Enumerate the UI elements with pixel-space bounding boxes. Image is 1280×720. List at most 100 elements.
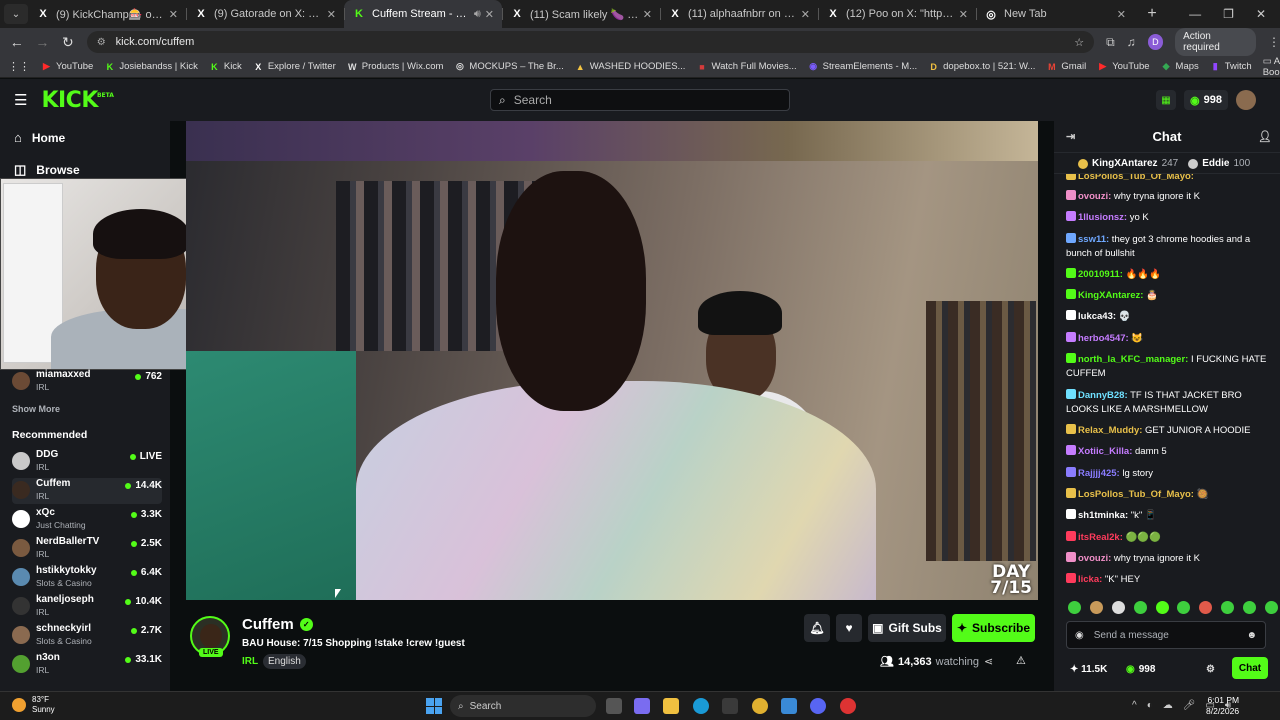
bookmark-item[interactable]: ▲ WASHED HOODIES... [575, 61, 686, 72]
recommended-channel[interactable]: xQc Just Chatting 3.3K [12, 507, 162, 533]
chat-username[interactable]: ovouzi: [1078, 191, 1111, 202]
chat-username[interactable]: 20010911: [1078, 269, 1123, 280]
report-icon[interactable]: ⚠ [1016, 654, 1026, 667]
chat-username[interactable]: ovouzi: [1078, 553, 1111, 564]
copilot-icon[interactable] [634, 698, 650, 714]
bookmark-item[interactable]: K Kick [209, 61, 242, 72]
emote-icon[interactable] [1199, 601, 1213, 614]
recommended-channel[interactable]: DDG IRL LIVE [12, 449, 162, 475]
browser-tab[interactable]: X (9) KickChamp🎰 on X: "Cuffem ✕ [28, 0, 186, 28]
chat-username[interactable]: lukca43: [1078, 311, 1116, 322]
gift-subs-button[interactable]: ▣ Gift Subs [868, 614, 946, 642]
chat-points[interactable]: ✦ 11.5K [1070, 664, 1107, 675]
back-icon[interactable]: ← [4, 34, 30, 50]
chat-username[interactable]: sh1tminka: [1078, 510, 1128, 521]
browser-tab[interactable]: X (9) Gatorade on X: "Gg cuffem ✕ [186, 0, 344, 28]
apps-icon[interactable]: ⋮⋮ [8, 60, 30, 73]
chat-username[interactable]: Xotiic_Killa: [1078, 446, 1132, 457]
recommended-channel[interactable]: Cuffem IRL 14.4K [12, 478, 162, 504]
tab-search-button[interactable]: ⌄ [4, 4, 28, 24]
chat-username[interactable]: DannyB28: [1078, 390, 1128, 401]
taskbar-search[interactable]: ⌕ Search [450, 695, 596, 717]
all-bookmarks-button[interactable]: ▭ All Bookmarks [1263, 56, 1280, 78]
store-icon[interactable] [722, 698, 738, 714]
subscribe-button[interactable]: ✦ Subscribe [952, 614, 1035, 642]
emote-icon[interactable] [1089, 601, 1103, 614]
bookmark-item[interactable]: ■ Watch Full Movies... [696, 61, 796, 72]
show-more-button[interactable]: Show More [12, 404, 60, 414]
chat-username[interactable]: LosPollos_Tub_Of_Mayo: [1078, 489, 1194, 500]
bookmark-item[interactable]: ◉ StreamElements - M... [808, 61, 917, 72]
nav-browse[interactable]: ◫ Browse [14, 162, 80, 178]
emote-icon[interactable] [1068, 601, 1081, 614]
tab-close-icon[interactable]: ✕ [169, 8, 178, 21]
chat-username[interactable]: itsReal2k: [1078, 532, 1123, 543]
gifter-name[interactable]: KingXAntarez [1092, 158, 1158, 169]
chat-username[interactable]: Rajjjj425: [1078, 468, 1120, 479]
bookmark-item[interactable]: ▮ Twitch [1210, 61, 1252, 72]
edge-icon[interactable] [693, 698, 709, 714]
chat-username[interactable]: north_la_KFC_manager: [1078, 354, 1188, 365]
chat-input[interactable]: ◉ Send a message ☻ [1066, 621, 1266, 649]
browser-tab[interactable]: ◎ New Tab ✕ [976, 0, 1134, 28]
chat-kicks[interactable]: ◉ 998 [1126, 664, 1155, 675]
follow-button[interactable]: ♥ [836, 614, 862, 642]
chat-username[interactable]: 1llusionsz: [1078, 212, 1127, 223]
recommended-channel[interactable]: hstikkytokky Slots & Casino 6.4K [12, 565, 162, 591]
tray-app-icon[interactable]: ☁ [1163, 700, 1173, 711]
channel-name-large[interactable]: Cuffem [242, 616, 294, 633]
notifications-button[interactable]: 🔔︎ [804, 614, 830, 642]
emote-icon[interactable] [1221, 601, 1235, 614]
browser-tab[interactable]: X (12) Poo on X: "https://t.co/H5 ✕ [818, 0, 976, 28]
emote-icon[interactable] [1133, 601, 1147, 614]
user-avatar[interactable] [1235, 90, 1256, 110]
stream-category-link[interactable]: IRL [242, 656, 258, 667]
close-window-icon[interactable]: ✕ [1256, 7, 1266, 21]
chat-users-icon[interactable]: 👤︎ [1258, 130, 1272, 143]
browser-menu-icon[interactable]: ⋮ [1268, 35, 1280, 49]
chrome-icon[interactable] [752, 698, 768, 714]
windows-start-icon[interactable] [426, 698, 442, 714]
language-tag[interactable]: English [263, 654, 306, 669]
gifter-name[interactable]: Eddie [1202, 158, 1229, 169]
profile-avatar[interactable]: D [1147, 34, 1164, 50]
tab-close-icon[interactable]: ✕ [801, 8, 810, 21]
media-icon[interactable]: ♫ [1127, 35, 1136, 49]
rewards-icon[interactable]: ▦ [1156, 90, 1176, 110]
video-player[interactable]: DAY 7/15 [186, 121, 1038, 600]
bookmark-item[interactable]: Ddopebox.to | 521: W... [928, 61, 1035, 72]
app-icon[interactable] [840, 698, 856, 714]
forward-icon[interactable]: → [30, 34, 56, 50]
file-explorer-icon[interactable] [663, 698, 679, 714]
taskbar-clock[interactable]: 6:01 PM 8/2/2026 [1206, 695, 1239, 717]
reload-icon[interactable]: ↻ [55, 34, 81, 51]
emote-icon[interactable] [1111, 601, 1125, 614]
send-chat-button[interactable]: Chat [1232, 657, 1268, 679]
chat-username[interactable]: herbo4547: [1078, 333, 1129, 344]
kick-search-input[interactable]: ⌕ Search [490, 89, 790, 111]
chat-username[interactable]: Relax_Muddy: [1078, 425, 1142, 436]
url-bar[interactable]: ⚙ kick.com/cuffem ☆ [86, 31, 1095, 53]
bookmark-item[interactable]: ▶ YouTube [41, 61, 93, 72]
chat-settings-gear-icon[interactable]: ⚙ [1206, 664, 1215, 675]
kicks-balance-button[interactable]: ◉ 998 [1184, 90, 1228, 110]
restore-icon[interactable]: ❐ [1223, 7, 1234, 21]
bookmark-item[interactable]: K Josiebandss | Kick [104, 61, 198, 72]
app-icon[interactable] [781, 698, 797, 714]
emote-icon[interactable] [1264, 601, 1278, 614]
bookmark-item[interactable]: ▶ YouTube [1097, 61, 1149, 72]
bookmark-star-icon[interactable]: ☆ [1074, 36, 1084, 49]
recommended-channel[interactable]: schneckyirl Slots & Casino 2.7K [12, 623, 162, 649]
browser-tab[interactable]: X (11) alphaafnbrr on X: "no way ✕ [660, 0, 818, 28]
browser-tab[interactable]: K Cuffem Stream - Watch Live 🔊︎ ✕ [344, 0, 502, 28]
chat-username[interactable]: ssw11: [1078, 234, 1109, 245]
tab-audio-icon[interactable]: 🔊︎ [474, 8, 481, 21]
kick-logo[interactable]: KICK BETA [41, 88, 113, 113]
tab-close-icon[interactable]: ✕ [485, 8, 494, 21]
extensions-icon[interactable]: ⧉ [1106, 35, 1115, 50]
minimize-icon[interactable]: — [1189, 7, 1201, 21]
tray-chevron-icon[interactable]: ^ [1132, 700, 1137, 711]
tray-app-icon[interactable]: ◐ [1147, 700, 1153, 711]
weather-widget[interactable]: 83°F Sunny [12, 695, 55, 715]
emote-icon[interactable] [1155, 601, 1169, 614]
